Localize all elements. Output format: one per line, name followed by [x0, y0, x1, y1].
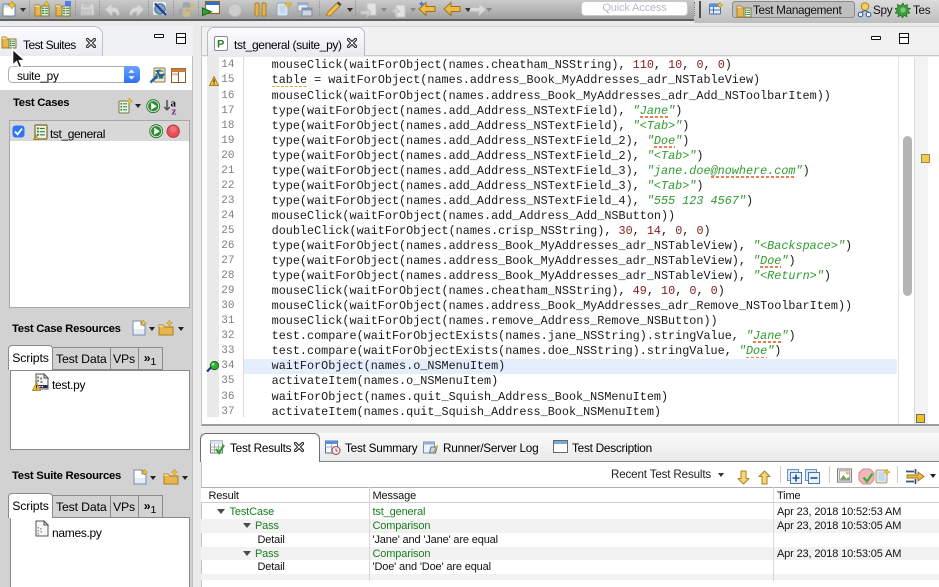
- svg-text:z: z: [172, 106, 177, 116]
- svg-text:!: !: [35, 135, 36, 140]
- svg-text:P: P: [217, 38, 224, 50]
